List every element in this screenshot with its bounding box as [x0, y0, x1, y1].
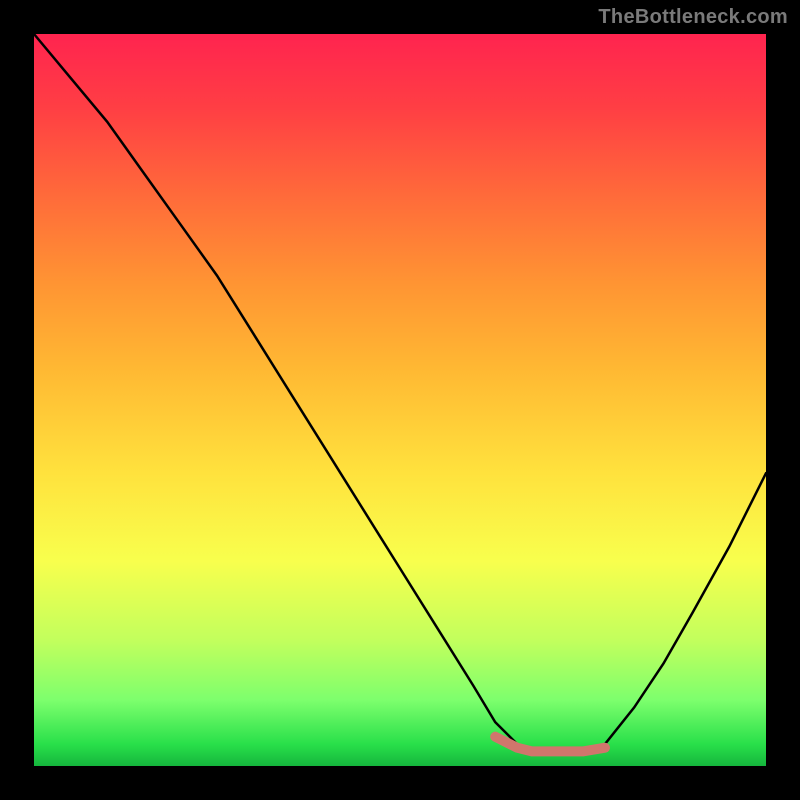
watermark-text: TheBottleneck.com: [598, 6, 788, 29]
chart-svg: [34, 34, 766, 766]
bottleneck-curve-path: [34, 34, 766, 751]
plot-area: [34, 34, 766, 766]
chart-frame: TheBottleneck.com: [0, 0, 800, 800]
